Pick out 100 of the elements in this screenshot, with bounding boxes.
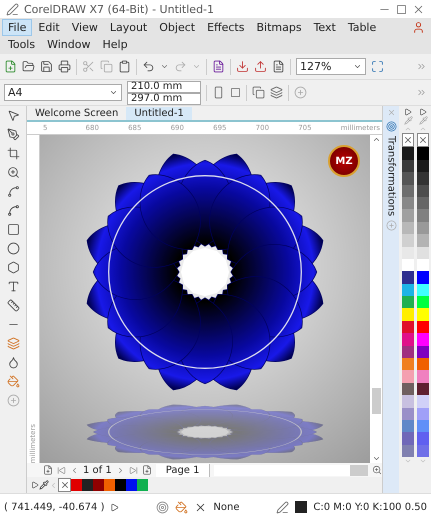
first-page-icon[interactable]	[57, 466, 66, 474]
color-swatch[interactable]	[402, 196, 414, 210]
transparency-tool-icon[interactable]	[6, 356, 20, 369]
menu-item[interactable]: Window	[41, 36, 96, 53]
color-swatch[interactable]	[417, 444, 429, 458]
zoom-fit-icon[interactable]	[371, 60, 384, 73]
color-swatch[interactable]	[417, 222, 429, 234]
outline-pen-icon[interactable]	[276, 500, 290, 514]
drawing-canvas[interactable]: MZ	[40, 135, 370, 463]
portrait-icon[interactable]	[212, 86, 225, 99]
color-swatch[interactable]	[402, 246, 414, 259]
color-swatch[interactable]	[417, 209, 429, 222]
copy-icon[interactable]	[100, 60, 113, 73]
color-swatch[interactable]	[115, 479, 126, 491]
color-swatch[interactable]	[104, 479, 115, 491]
landscape-icon[interactable]	[230, 87, 241, 98]
color-swatch[interactable]	[402, 408, 414, 420]
close-docker-icon[interactable]	[386, 108, 396, 117]
last-page-icon[interactable]	[128, 466, 138, 474]
color-swatch[interactable]	[82, 479, 93, 491]
freehand-tool-icon[interactable]	[6, 185, 20, 198]
paste-icon[interactable]	[118, 60, 131, 73]
color-swatch[interactable]	[402, 222, 414, 234]
menu-item[interactable]: Table	[342, 19, 382, 36]
color-swatch[interactable]	[417, 308, 429, 321]
color-swatch[interactable]	[402, 147, 414, 160]
color-swatch[interactable]	[417, 333, 429, 346]
menu-item[interactable]: Text	[308, 19, 342, 36]
color-swatch[interactable]	[126, 479, 137, 491]
color-swatch[interactable]	[417, 370, 429, 383]
snap-icon[interactable]	[156, 500, 170, 514]
color-swatch[interactable]	[402, 432, 414, 445]
fill-tool-icon[interactable]	[6, 375, 20, 388]
color-swatch[interactable]	[71, 479, 82, 491]
maximize-button[interactable]	[396, 4, 407, 14]
color-swatch[interactable]	[402, 172, 414, 185]
color-swatch[interactable]	[402, 333, 414, 346]
color-swatch[interactable]	[417, 147, 429, 160]
undo-icon[interactable]	[142, 60, 155, 73]
caret-icon[interactable]	[160, 62, 169, 71]
color-swatch[interactable]	[402, 320, 414, 334]
zoom-icon[interactable]	[372, 465, 382, 475]
cut-icon[interactable]	[82, 60, 95, 73]
document-tab[interactable]: Welcome Screen	[27, 107, 126, 120]
menu-item[interactable]: Help	[96, 36, 134, 53]
page-tab[interactable]: Page 1	[156, 464, 210, 476]
ellipse-tool-icon[interactable]	[6, 242, 20, 255]
user-icon[interactable]	[412, 21, 425, 34]
crop-tool-icon[interactable]	[6, 147, 20, 160]
new-file-icon[interactable]	[4, 60, 17, 73]
color-swatch[interactable]	[402, 370, 414, 383]
color-swatch[interactable]	[402, 184, 414, 197]
export-icon[interactable]	[254, 60, 267, 73]
caret-icon[interactable]	[109, 88, 118, 97]
page-width-field[interactable]: 210.0 mm	[127, 80, 201, 92]
menu-item[interactable]: Object	[153, 19, 202, 36]
more-icon[interactable]	[416, 87, 427, 98]
add-tool-icon[interactable]	[6, 394, 20, 407]
add-page-icon[interactable]	[43, 465, 53, 475]
color-swatch[interactable]	[402, 209, 414, 222]
play-icon[interactable]	[110, 502, 120, 512]
color-swatch[interactable]	[417, 284, 429, 296]
color-swatch[interactable]	[402, 346, 414, 358]
caret-icon[interactable]	[353, 62, 362, 71]
menu-item[interactable]: Layout	[104, 19, 154, 36]
color-swatch[interactable]	[417, 382, 429, 396]
pointer-tool-icon[interactable]	[6, 109, 20, 122]
text-tool-icon[interactable]	[6, 280, 20, 293]
no-color-swatch[interactable]	[402, 133, 414, 148]
menu-item[interactable]: Tools	[2, 36, 42, 53]
color-swatch[interactable]	[417, 271, 429, 284]
app-icon[interactable]	[6, 2, 19, 16]
more-icon[interactable]	[416, 61, 427, 72]
scrollbar-thumb[interactable]	[372, 388, 380, 414]
artistic-media-icon[interactable]	[6, 204, 20, 217]
folder-icon[interactable]	[22, 60, 35, 73]
current-page-icon[interactable]	[270, 86, 283, 99]
import-icon[interactable]	[236, 60, 249, 73]
save-icon[interactable]	[40, 60, 53, 73]
scroll-down-icon[interactable]	[372, 454, 380, 463]
polygon-tool-icon[interactable]	[6, 261, 20, 274]
color-swatch[interactable]	[417, 234, 429, 247]
color-swatch[interactable]	[417, 196, 429, 210]
color-swatch[interactable]	[417, 408, 429, 420]
horizontal-scrollbar[interactable]	[214, 464, 368, 476]
effects-tool-icon[interactable]	[6, 337, 20, 350]
page-size-dropdown[interactable]: A4	[4, 84, 122, 101]
color-swatch[interactable]	[137, 479, 148, 491]
color-swatch[interactable]	[417, 346, 429, 358]
menu-item[interactable]: Effects	[201, 19, 250, 36]
zoom-dropdown[interactable]: 127%	[296, 58, 366, 75]
dimension-tool-icon[interactable]	[6, 299, 20, 312]
publish-icon[interactable]	[272, 60, 285, 73]
print-icon[interactable]	[58, 60, 71, 73]
scroll-up-icon[interactable]	[372, 135, 380, 144]
color-swatch[interactable]	[402, 358, 414, 370]
document-tab[interactable]: Untitled-1	[126, 107, 192, 120]
color-swatch[interactable]	[417, 395, 429, 408]
color-swatch[interactable]	[402, 258, 414, 272]
color-swatch[interactable]	[417, 160, 429, 172]
